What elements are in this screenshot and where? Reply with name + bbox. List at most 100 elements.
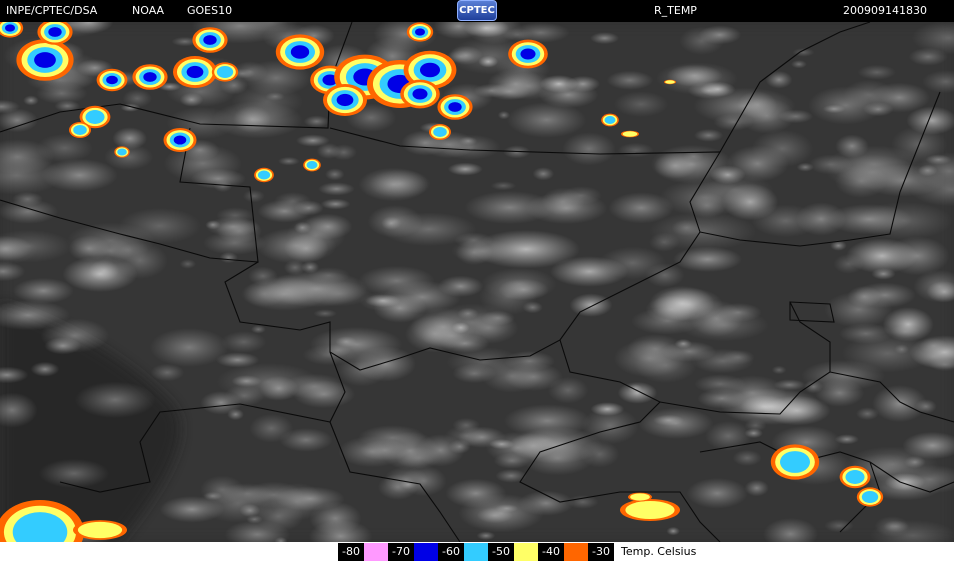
cloud-patch [476,531,496,541]
cloud-patch [36,133,93,163]
cloud-patch [686,477,748,509]
legend-swatch [564,543,588,561]
cloud-patch [649,285,715,321]
storm-cell-ring [203,35,217,45]
satellite-viewer: INPE/CPTEC/DSA NOAA GOES10 CPTEC R_TEMP … [0,0,954,562]
cloud-patch [481,359,543,393]
storm-cell-ring [336,93,354,107]
cloud-patch [104,143,154,170]
legend-swatch [364,543,388,561]
storm-cell-ring [448,102,462,112]
cloud-patch [257,199,312,223]
storm-cell-ring [433,127,447,137]
storm-cell-ring [290,45,310,59]
storm-cell-ring [77,521,123,539]
cloud-patch [617,381,658,404]
cloud-patch [318,182,355,196]
cloud-patch [506,102,587,138]
legend-swatch [464,543,488,561]
cloud-patch [498,278,550,301]
cptec-logo: CPTEC [457,0,497,21]
storm-cell-ring [414,28,426,36]
storm-cell-ring [625,500,675,520]
cloud-patch [626,334,684,364]
cloud-patch [265,92,285,101]
agency-label: NOAA [132,4,165,17]
cloud-patch [68,235,110,262]
cloud-patch [458,493,544,533]
storm-cell-ring [419,62,441,78]
satellite-image [0,22,954,542]
cloud-patch [44,337,82,355]
cloud-patch [485,431,550,464]
cloud-patch [815,379,865,407]
cloud-patch [856,407,879,421]
cloud-patch [835,164,888,198]
cloud-patch [834,434,859,445]
storm-cell-ring [630,493,650,501]
cloud-patch [857,64,896,80]
storm-cell-ring [861,491,879,503]
product-label: R_TEMP [654,4,697,17]
cloud-patch [227,408,244,421]
cloud-patch [451,239,515,264]
cloud-patch [122,89,152,108]
cloud-patch [522,301,543,314]
cloud-patch [38,458,110,489]
cloud-patch [495,469,527,483]
cloud-patch [381,431,439,471]
storm-cell-ring [4,24,16,32]
cloud-patch [894,344,909,355]
storm-cell-ring [520,48,536,60]
cloud-patch [824,291,893,328]
cloud-patch [74,381,156,419]
storm-cell-ring [85,110,105,124]
cloud-patch [606,70,654,90]
cloud-patch [803,380,824,394]
cloud-patch [908,47,948,66]
cloud-patch [118,207,202,244]
cloud-patch [303,115,330,128]
cloud-patch [452,417,480,433]
cloud-patch [369,169,431,199]
cloud-patch [744,479,769,497]
cloud-patch [679,26,725,55]
legend-label: -80 [338,543,364,561]
header-bar: INPE/CPTEC/DSA NOAA GOES10 CPTEC R_TEMP … [0,0,954,22]
storm-cell-ring [257,170,271,180]
cloud-patch [278,156,300,166]
cloud-patch [744,428,763,439]
cloud-patch [307,267,351,284]
legend-label: -30 [588,543,614,561]
cloud-patch [566,495,599,509]
cloud-patch [532,167,555,181]
cloud-patch [569,293,613,317]
cloud-patch [874,516,910,537]
storm-cell-ring [143,72,157,82]
storm-cell-ring [622,131,638,137]
storm-cell-ring [186,65,204,79]
cloud-patch [765,70,793,89]
legend-label: -50 [488,543,514,561]
cloud-patch [666,526,680,536]
cloud-patch [420,323,482,349]
legend-swatch [414,543,438,561]
cloud-patch [219,252,238,264]
cloud-patch [447,162,483,176]
cloud-patch [790,59,807,69]
cloud-patch [216,362,320,401]
cloud-patch [694,128,724,142]
cloud-patch [732,449,762,467]
cloud-patch [824,519,854,533]
legend-label: -70 [388,543,414,561]
cloud-patch [833,254,864,274]
cloud-patch [674,338,693,349]
storm-cell-ring [306,161,318,169]
cloud-patch [23,95,39,106]
cloud-patch [697,388,747,409]
cloud-patch [885,236,950,276]
cloud-patch [205,216,261,237]
cloud-patch [309,326,403,362]
storm-cell-ring [412,88,428,100]
cloud-patch [320,198,351,210]
